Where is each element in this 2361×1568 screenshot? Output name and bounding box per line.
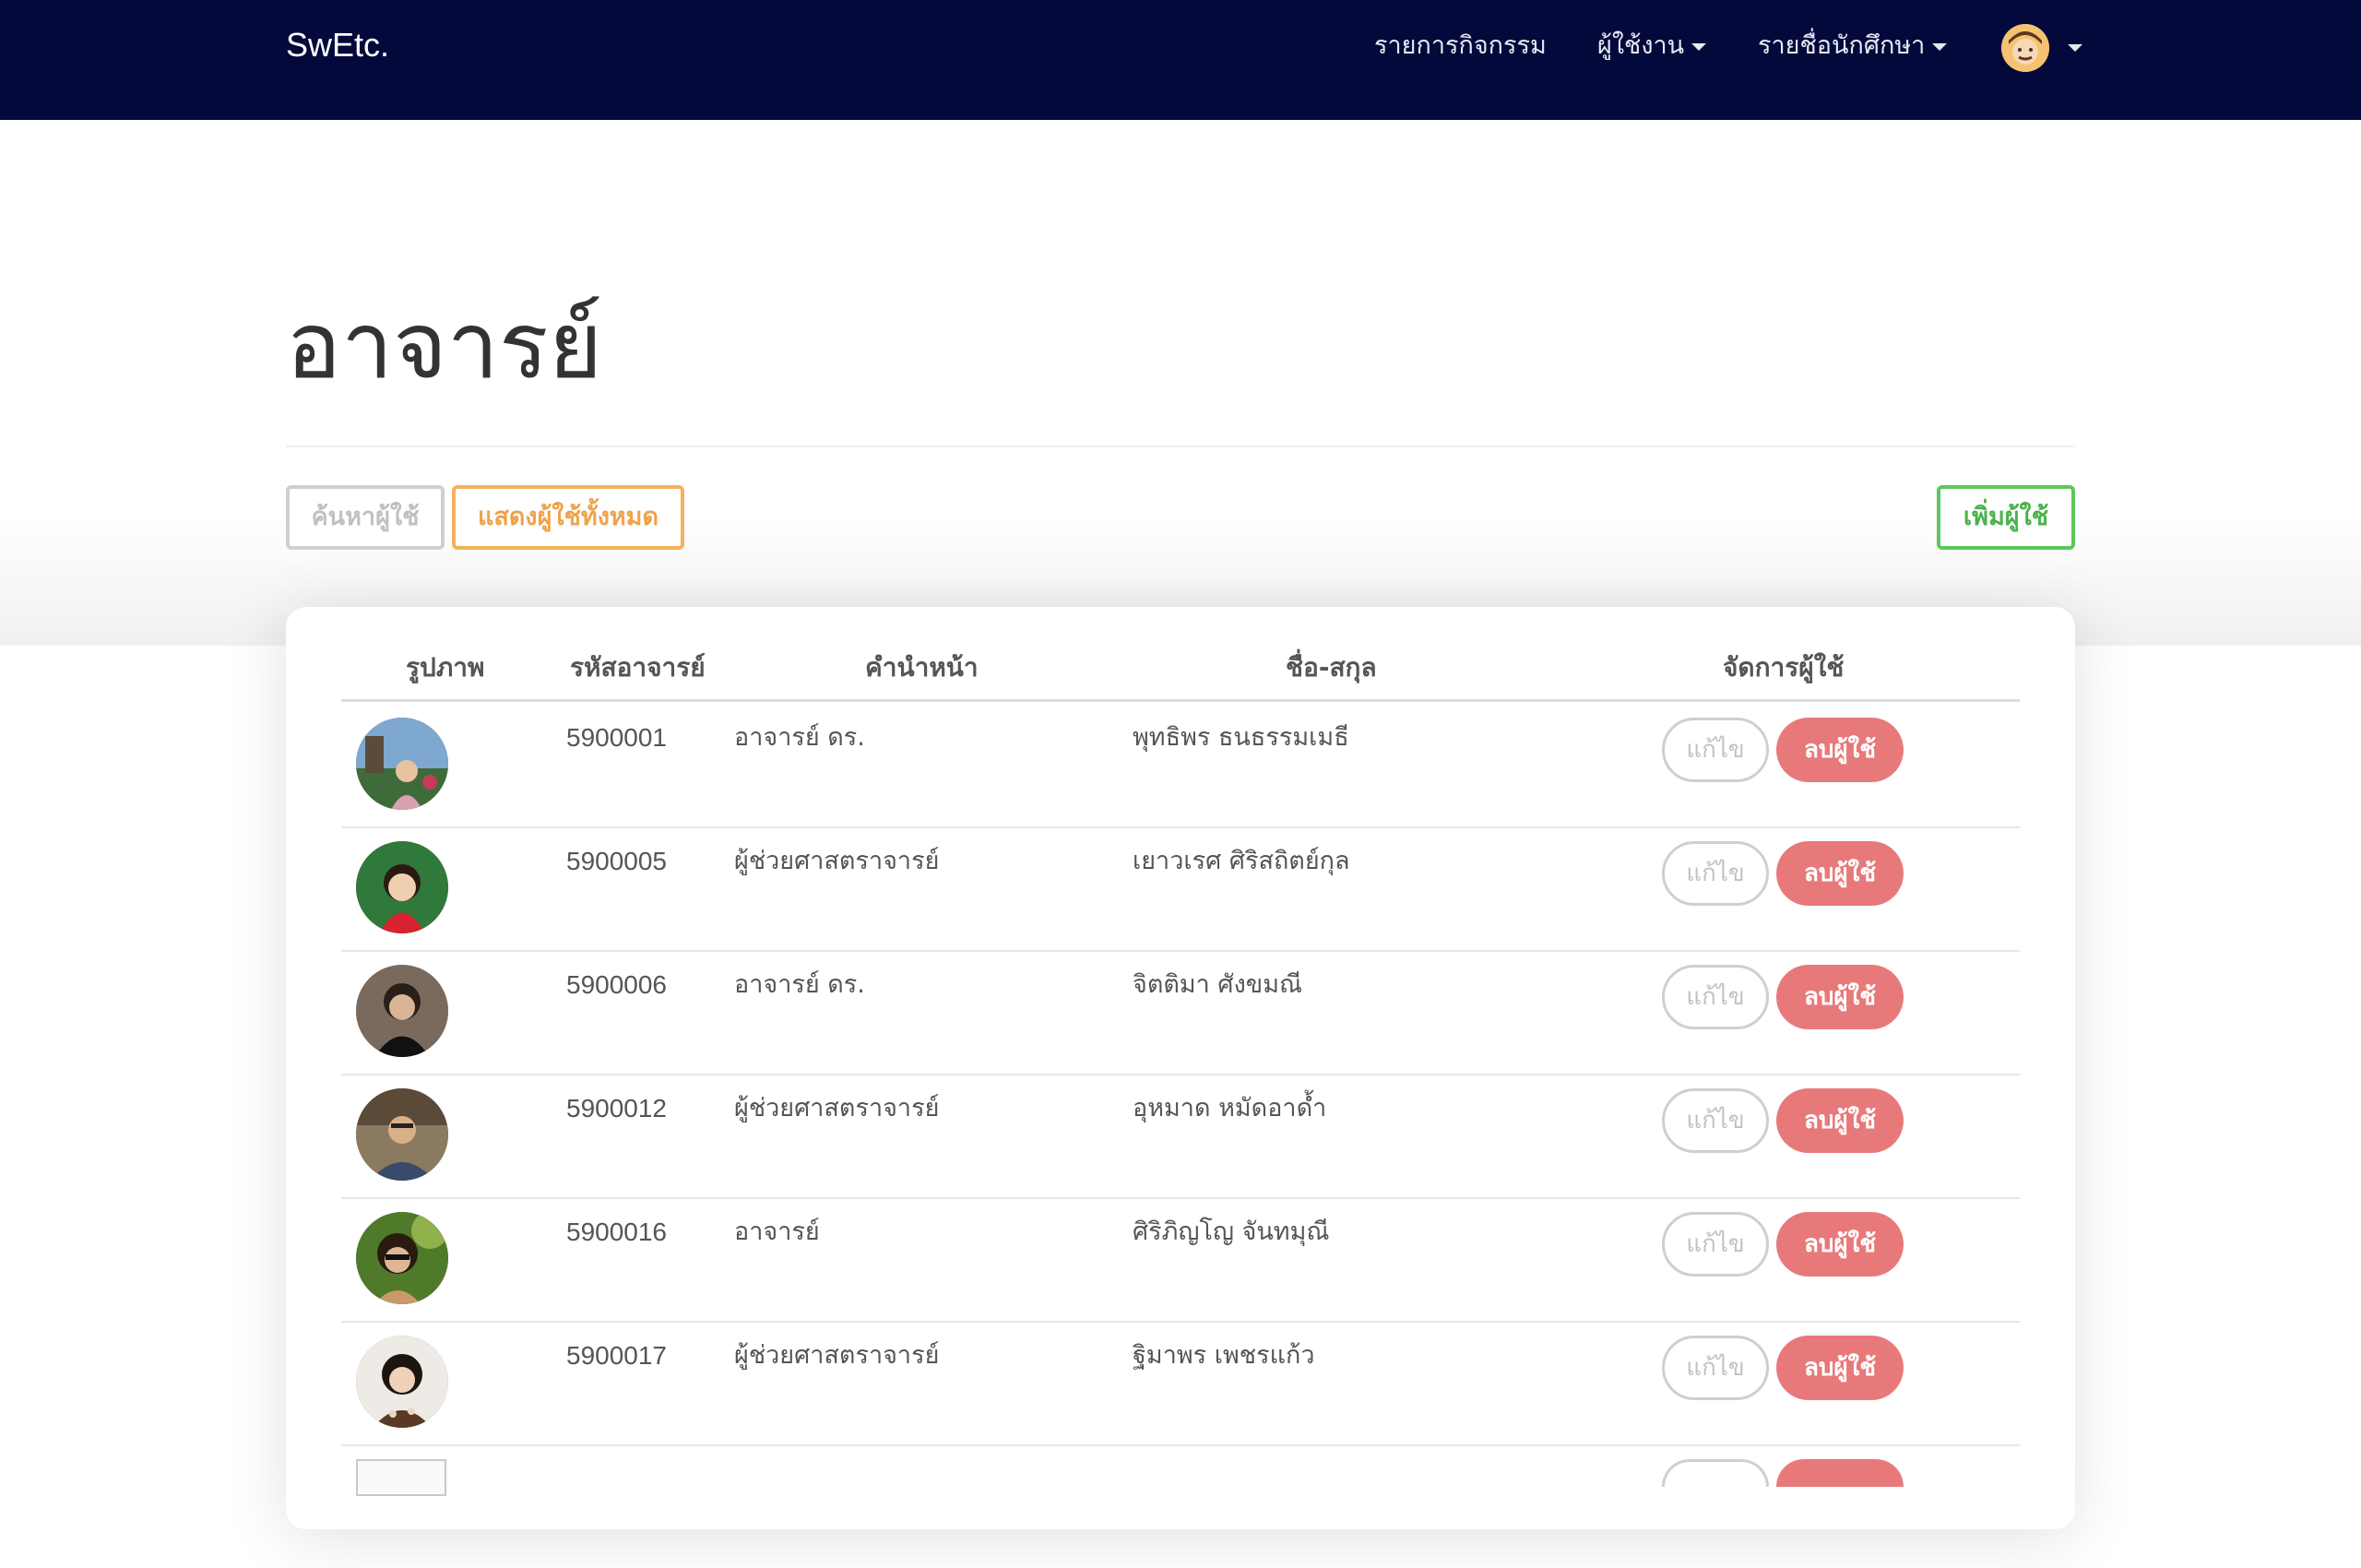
avatar xyxy=(356,965,448,1057)
teacher-id: 5900017 xyxy=(566,1341,668,1370)
add-user-button[interactable]: เพิ่มผู้ใช้ xyxy=(1937,485,2075,550)
edit-button[interactable]: แก้ไข xyxy=(1662,1336,1769,1400)
fullname: เยาวเรศ ศิริสถิตย์กุล xyxy=(1133,847,1350,875)
show-all-users-button[interactable]: แสดงผู้ใช้ทั้งหมด xyxy=(452,485,684,550)
fullname: ศิริภิญโญ จันทมุณี xyxy=(1133,1218,1330,1246)
avatar xyxy=(356,1336,448,1428)
avatar xyxy=(356,718,448,810)
title-divider xyxy=(286,445,2075,447)
column-header-photo: รูปภาพ xyxy=(406,652,485,683)
edit-button[interactable]: แก้ไข xyxy=(1662,1212,1769,1277)
edit-button[interactable]: แก้ไข xyxy=(1662,841,1769,906)
delete-user-button[interactable]: ลบผู้ใช้ xyxy=(1776,718,1904,782)
teacher-id: 5900016 xyxy=(566,1218,668,1246)
teacher-id: 5900006 xyxy=(566,970,668,999)
fullname: จิตติมา ศังขมณี xyxy=(1133,970,1303,999)
avatar xyxy=(356,1212,448,1304)
delete-user-button[interactable]: ลบผู้ใช้ xyxy=(1776,841,1904,906)
column-header-prefix: คำนำหน้า xyxy=(865,652,979,683)
prefix: ผู้ช่วยศาสตราจารย์ xyxy=(734,847,940,875)
fullname: อุหมาด หมัดอาด้ำ xyxy=(1133,1094,1327,1123)
teacher-id: 5900005 xyxy=(566,847,668,875)
edit-button[interactable]: แก้ไข xyxy=(1662,718,1769,782)
edit-button[interactable] xyxy=(1662,1459,1769,1487)
nav-item-label: รายการกิจกรรม xyxy=(1374,31,1547,60)
column-header-teacher-id: รหัสอาจารย์ xyxy=(570,652,706,683)
chevron-down-icon xyxy=(1932,42,1948,51)
column-header-manage: จัดการผู้ใช้ xyxy=(1723,652,1845,683)
column-header-fullname: ชื่อ-สกุล xyxy=(1286,652,1377,683)
delete-user-button[interactable]: ลบผู้ใช้ xyxy=(1776,1336,1904,1400)
nav-item-activities[interactable]: รายการกิจกรรม xyxy=(1374,28,1547,65)
edit-button[interactable]: แก้ไข xyxy=(1662,965,1769,1029)
table-row: 5900005 ผู้ช่วยศาสตราจารย์ เยาวเรศ ศิริส… xyxy=(341,826,2020,952)
delete-user-button[interactable]: ลบผู้ใช้ xyxy=(1776,965,1904,1029)
users-table-card: รูปภาพ รหัสอาจารย์ คำนำหน้า ชื่อ-สกุล จั… xyxy=(286,607,2075,1529)
broken-image-icon xyxy=(356,1459,446,1496)
delete-user-button[interactable]: ลบผู้ใช้ xyxy=(1776,1212,1904,1277)
edit-button[interactable]: แก้ไข xyxy=(1662,1088,1769,1153)
user-avatar-icon[interactable] xyxy=(2001,24,2049,72)
chevron-down-icon xyxy=(1691,42,1707,51)
top-navbar: SwEtc. รายการกิจกรรม ผู้ใช้งาน รายชื่อนั… xyxy=(0,0,2361,120)
prefix: อาจารย์ xyxy=(734,1218,820,1246)
header-divider xyxy=(341,699,2020,702)
prefix: ผู้ช่วยศาสตราจารย์ xyxy=(734,1341,940,1370)
avatar xyxy=(356,841,448,933)
fullname: พุทธิพร ธนธรรมเมธี xyxy=(1133,723,1349,752)
search-user-button[interactable]: ค้นหาผู้ใช้ xyxy=(286,485,445,550)
table-row: 5900017 ผู้ช่วยศาสตราจารย์ ฐิมาพร เพชรแก… xyxy=(341,1321,2020,1446)
delete-user-button[interactable]: ลบผู้ใช้ xyxy=(1776,1088,1904,1153)
brand-logo[interactable]: SwEtc. xyxy=(286,24,389,66)
prefix: ผู้ช่วยศาสตราจารย์ xyxy=(734,1094,940,1123)
table-row: 5900016 อาจารย์ ศิริภิญโญ จันทมุณี แก้ไข… xyxy=(341,1197,2020,1323)
prefix: อาจารย์ ดร. xyxy=(734,970,865,999)
teacher-id: 5900012 xyxy=(566,1094,668,1123)
table-row: 5900012 ผู้ช่วยศาสตราจารย์ อุหมาด หมัดอา… xyxy=(341,1074,2020,1199)
prefix: อาจารย์ ดร. xyxy=(734,723,865,752)
nav-item-label: ผู้ใช้งาน xyxy=(1597,31,1685,60)
teacher-id: 5900001 xyxy=(566,723,668,752)
table-row: 5900006 อาจารย์ ดร. จิตติมา ศังขมณี แก้ไ… xyxy=(341,950,2020,1075)
chevron-down-icon[interactable] xyxy=(2068,44,2082,52)
nav-item-users-dropdown[interactable]: ผู้ใช้งาน xyxy=(1597,28,1707,65)
table-row xyxy=(341,1444,2020,1568)
page-title: อาจารย์ xyxy=(286,291,603,399)
nav-item-label: รายชื่อนักศึกษา xyxy=(1758,31,1926,60)
table-row: 5900001 อาจารย์ ดร. พุทธิพร ธนธรรมเมธี แ… xyxy=(341,703,2020,828)
avatar xyxy=(356,1088,448,1181)
nav-item-students-dropdown[interactable]: รายชื่อนักศึกษา xyxy=(1758,28,1948,65)
fullname: ฐิมาพร เพชรแก้ว xyxy=(1133,1341,1315,1370)
delete-user-button[interactable] xyxy=(1776,1459,1904,1487)
